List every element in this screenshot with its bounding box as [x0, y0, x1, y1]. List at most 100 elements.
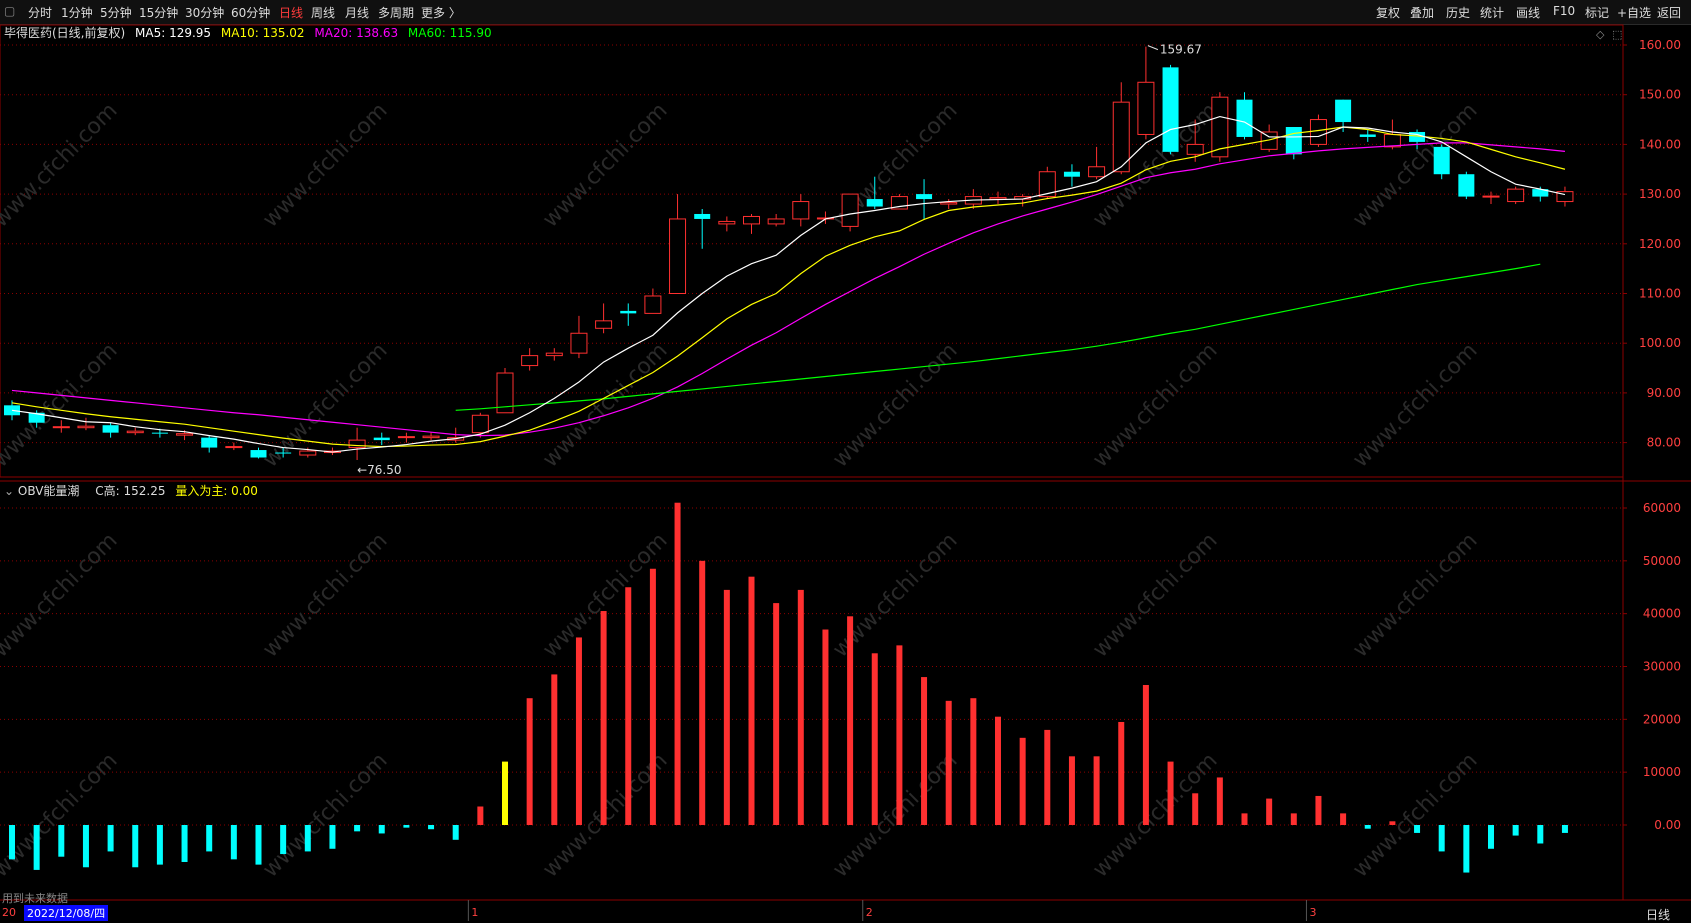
candle-body	[1458, 174, 1475, 197]
period-label: 日线	[1646, 908, 1671, 922]
obv-bar	[1241, 813, 1248, 825]
obv-bar	[58, 825, 65, 857]
obv-bar	[1414, 825, 1421, 833]
price-tick-label: 150.00	[1639, 88, 1681, 102]
obv-bar	[1216, 777, 1223, 825]
price-tick-label: 120.00	[1639, 237, 1681, 251]
candle-body	[718, 220, 736, 225]
obv-bar	[1315, 795, 1322, 825]
price-tick-label: 130.00	[1639, 187, 1681, 201]
candle-body	[743, 215, 760, 225]
candle-body	[545, 352, 563, 357]
obv-bar	[723, 589, 730, 825]
obv-volume-lead: 量入为主: 0.00	[175, 484, 258, 498]
obv-tick-label: 50000	[1643, 554, 1681, 568]
price-tick-label: 100.00	[1639, 336, 1681, 350]
watermark-text: www.cfchi.com	[0, 748, 123, 882]
obv-bar	[230, 825, 237, 860]
obv-bar	[107, 825, 114, 852]
obv-tick-label: 40000	[1643, 607, 1681, 621]
price-tick-label: 160.00	[1639, 38, 1681, 52]
candle-body	[373, 437, 390, 441]
obv-bar	[797, 589, 804, 825]
expand-icon: ⬚	[1612, 28, 1622, 41]
date-start-label: 20	[2, 906, 16, 919]
ma20-legend: MA20: 138.63	[314, 26, 399, 40]
watermark-text: www.cfchi.com	[1088, 748, 1222, 882]
obv-bar	[871, 653, 878, 825]
watermark-text: www.cfchi.com	[1088, 528, 1222, 662]
obv-bar	[1044, 729, 1051, 825]
obv-bar	[1167, 761, 1174, 825]
obv-bar	[378, 825, 385, 834]
candle-body	[250, 450, 267, 458]
candle-body	[471, 414, 489, 434]
candle-body	[397, 436, 415, 439]
price-tick-label: 140.00	[1639, 137, 1681, 151]
month-label: 2	[866, 906, 873, 919]
obv-bar	[1142, 684, 1149, 825]
obv-bar	[1512, 825, 1519, 836]
obv-bar	[847, 616, 854, 825]
candle-body	[595, 320, 613, 329]
watermark-text: www.cfchi.com	[258, 98, 392, 232]
obv-bar	[403, 825, 410, 828]
obv-bar	[206, 825, 213, 852]
obv-bar	[649, 568, 656, 825]
obv-bar	[526, 698, 533, 825]
obv-bar	[1118, 721, 1125, 825]
candle-body	[422, 435, 440, 439]
month-label: 1	[471, 906, 478, 919]
obv-name-label: OBV能量潮	[17, 484, 80, 498]
watermark-text: www.cfchi.com	[1088, 98, 1222, 232]
obv-bar	[674, 502, 681, 825]
obv-bar	[33, 825, 40, 870]
watermark-text: www.cfchi.com	[0, 98, 123, 232]
stock-name-label: 毕得医药(日线,前复权)	[4, 26, 126, 40]
candle-body	[1186, 143, 1204, 155]
obv-tick-label: 10000	[1643, 765, 1681, 779]
ma10-legend: MA10: 135.02	[220, 26, 305, 40]
candle-body	[1285, 127, 1302, 155]
price-legend: 毕得医药(日线,前复权) MA5: 129.95 MA10: 135.02 MA…	[4, 24, 492, 41]
obv-bar	[1438, 825, 1445, 852]
candle-body	[841, 193, 859, 227]
candle-body	[348, 439, 366, 449]
obv-bar	[1364, 825, 1371, 829]
candle-body	[275, 452, 292, 454]
candle-body	[989, 197, 1007, 200]
obv-bar	[82, 825, 89, 868]
candle-body	[1507, 188, 1525, 203]
obv-bar	[354, 825, 361, 832]
ma20-line	[11, 142, 1566, 437]
watermark-text: www.cfchi.com	[1348, 748, 1482, 882]
candle-body	[77, 425, 95, 429]
obv-bar	[452, 825, 459, 840]
candle-body	[570, 332, 588, 354]
candle-body	[620, 310, 637, 314]
date-cursor-label: 2022/12/08/四	[24, 905, 109, 921]
obv-bar	[1093, 756, 1100, 825]
obv-bar	[1389, 821, 1396, 825]
obv-bar	[1537, 825, 1544, 844]
month-label: 3	[1309, 906, 1316, 919]
obv-bar	[995, 716, 1001, 825]
obv-bar	[1266, 798, 1273, 825]
candle-body	[102, 425, 119, 433]
candle-body	[644, 295, 662, 314]
obv-tick-label: 60000	[1643, 501, 1681, 515]
watermark-text: www.cfchi.com	[258, 748, 392, 882]
obv-bar	[1488, 825, 1494, 849]
candle-body	[126, 430, 144, 434]
watermark-text: www.cfchi.com	[1348, 528, 1482, 662]
candle-body	[1162, 67, 1179, 152]
obv-bar	[280, 825, 287, 855]
obv-bar	[945, 700, 952, 825]
watermark-text: www.cfchi.com	[1088, 338, 1222, 472]
watermark-text: www.cfchi.com	[538, 338, 672, 472]
candle-body	[1335, 99, 1352, 123]
obv-bar	[748, 576, 755, 825]
candle-body	[916, 194, 933, 200]
low-marker-label: ←76.50	[357, 463, 401, 477]
obv-collapse-icon[interactable]: ⌄	[4, 484, 14, 498]
